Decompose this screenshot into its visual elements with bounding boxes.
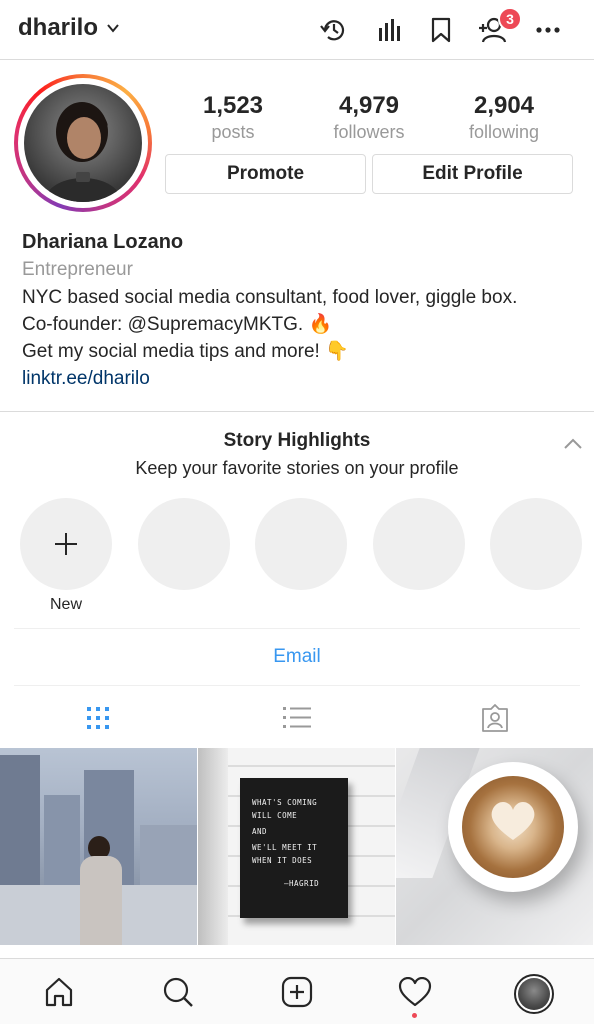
profile-photo	[24, 84, 142, 202]
edit-profile-button[interactable]: Edit Profile	[372, 154, 573, 194]
followers-value: 4,979	[338, 92, 400, 119]
followers-label: followers	[333, 122, 405, 142]
bio-line: NYC based social media consultant, food …	[22, 287, 518, 308]
letterboard-line: WILL COME	[252, 811, 298, 820]
following-value: 2,904	[473, 92, 535, 119]
new-post-icon[interactable]	[279, 974, 315, 1010]
bio-line: Get my social media tips and more! 👇	[22, 341, 349, 362]
posts-label: posts	[211, 122, 255, 142]
new-highlight-button[interactable]	[20, 498, 112, 590]
posts-value: 1,523	[202, 92, 264, 119]
home-icon[interactable]	[41, 974, 77, 1010]
profile-category: Entrepreneur	[22, 259, 133, 280]
tagged-photos-icon[interactable]	[475, 700, 515, 736]
profile-bio: Dhariana Lozano Entrepreneur NYC based s…	[22, 230, 582, 393]
letterboard-line: WHEN IT DOES	[252, 856, 313, 865]
latte-art-heart	[491, 801, 535, 840]
letterboard-line: WHAT'S COMING	[252, 798, 318, 807]
archive-history-icon[interactable]	[316, 12, 352, 48]
more-options-icon[interactable]	[530, 12, 566, 48]
highlight-placeholder	[373, 498, 465, 590]
chevron-down-icon	[107, 24, 119, 33]
highlight-placeholder	[255, 498, 347, 590]
saved-bookmark-icon[interactable]	[423, 12, 459, 48]
plus-icon	[55, 533, 77, 555]
profile-name: Dhariana Lozano	[22, 231, 184, 253]
letterboard-line: —HAGRID	[284, 879, 320, 888]
following-label: following	[468, 122, 540, 142]
new-highlight-label: New	[49, 596, 82, 613]
activity-indicator-dot	[412, 1013, 417, 1018]
grid-view-icon[interactable]	[78, 700, 118, 736]
following-count[interactable]: 2,904 following	[439, 92, 569, 143]
divider	[14, 685, 580, 686]
promote-button[interactable]: Promote	[165, 154, 366, 194]
email-contact-button[interactable]: Email	[0, 646, 594, 668]
post-thumbnail-latte[interactable]	[396, 748, 593, 945]
followers-count[interactable]: 4,979 followers	[304, 92, 434, 143]
profile-website-link[interactable]: linktr.ee/dharilo	[22, 365, 582, 393]
post-thumbnail-city[interactable]	[0, 748, 197, 945]
account-switcher[interactable]: dharilo	[18, 14, 120, 42]
highlight-placeholder	[138, 498, 230, 590]
letterboard-line: AND	[252, 827, 268, 836]
list-view-icon[interactable]	[277, 700, 317, 736]
highlights-subtitle: Keep your favorite stories on your profi…	[135, 458, 459, 478]
bio-line: Co-founder: @SupremacyMKTG. 🔥	[22, 314, 333, 335]
username-label: dharilo	[18, 14, 99, 41]
highlights-title: Story Highlights	[223, 430, 371, 451]
top-bar: dharilo 3	[0, 0, 594, 60]
post-thumbnail-letterboard[interactable]: WHAT'S COMING WILL COME AND WE'LL MEET I…	[198, 748, 395, 945]
profile-avatar-ring[interactable]	[14, 74, 152, 212]
coffee-cup	[448, 762, 578, 892]
notification-badge: 3	[498, 7, 522, 31]
divider	[14, 628, 580, 629]
letterboard-line: WE'LL MEET IT	[252, 843, 318, 852]
highlight-placeholder	[490, 498, 582, 590]
insights-icon[interactable]	[370, 12, 406, 48]
posts-count: 1,523 posts	[168, 92, 298, 143]
activity-heart-icon[interactable]	[397, 974, 433, 1010]
chevron-up-icon[interactable]	[562, 436, 584, 452]
letterboard: WHAT'S COMING WILL COME AND WE'LL MEET I…	[240, 778, 348, 918]
search-icon[interactable]	[160, 974, 196, 1010]
profile-avatar[interactable]	[514, 974, 554, 1014]
divider	[0, 411, 594, 412]
